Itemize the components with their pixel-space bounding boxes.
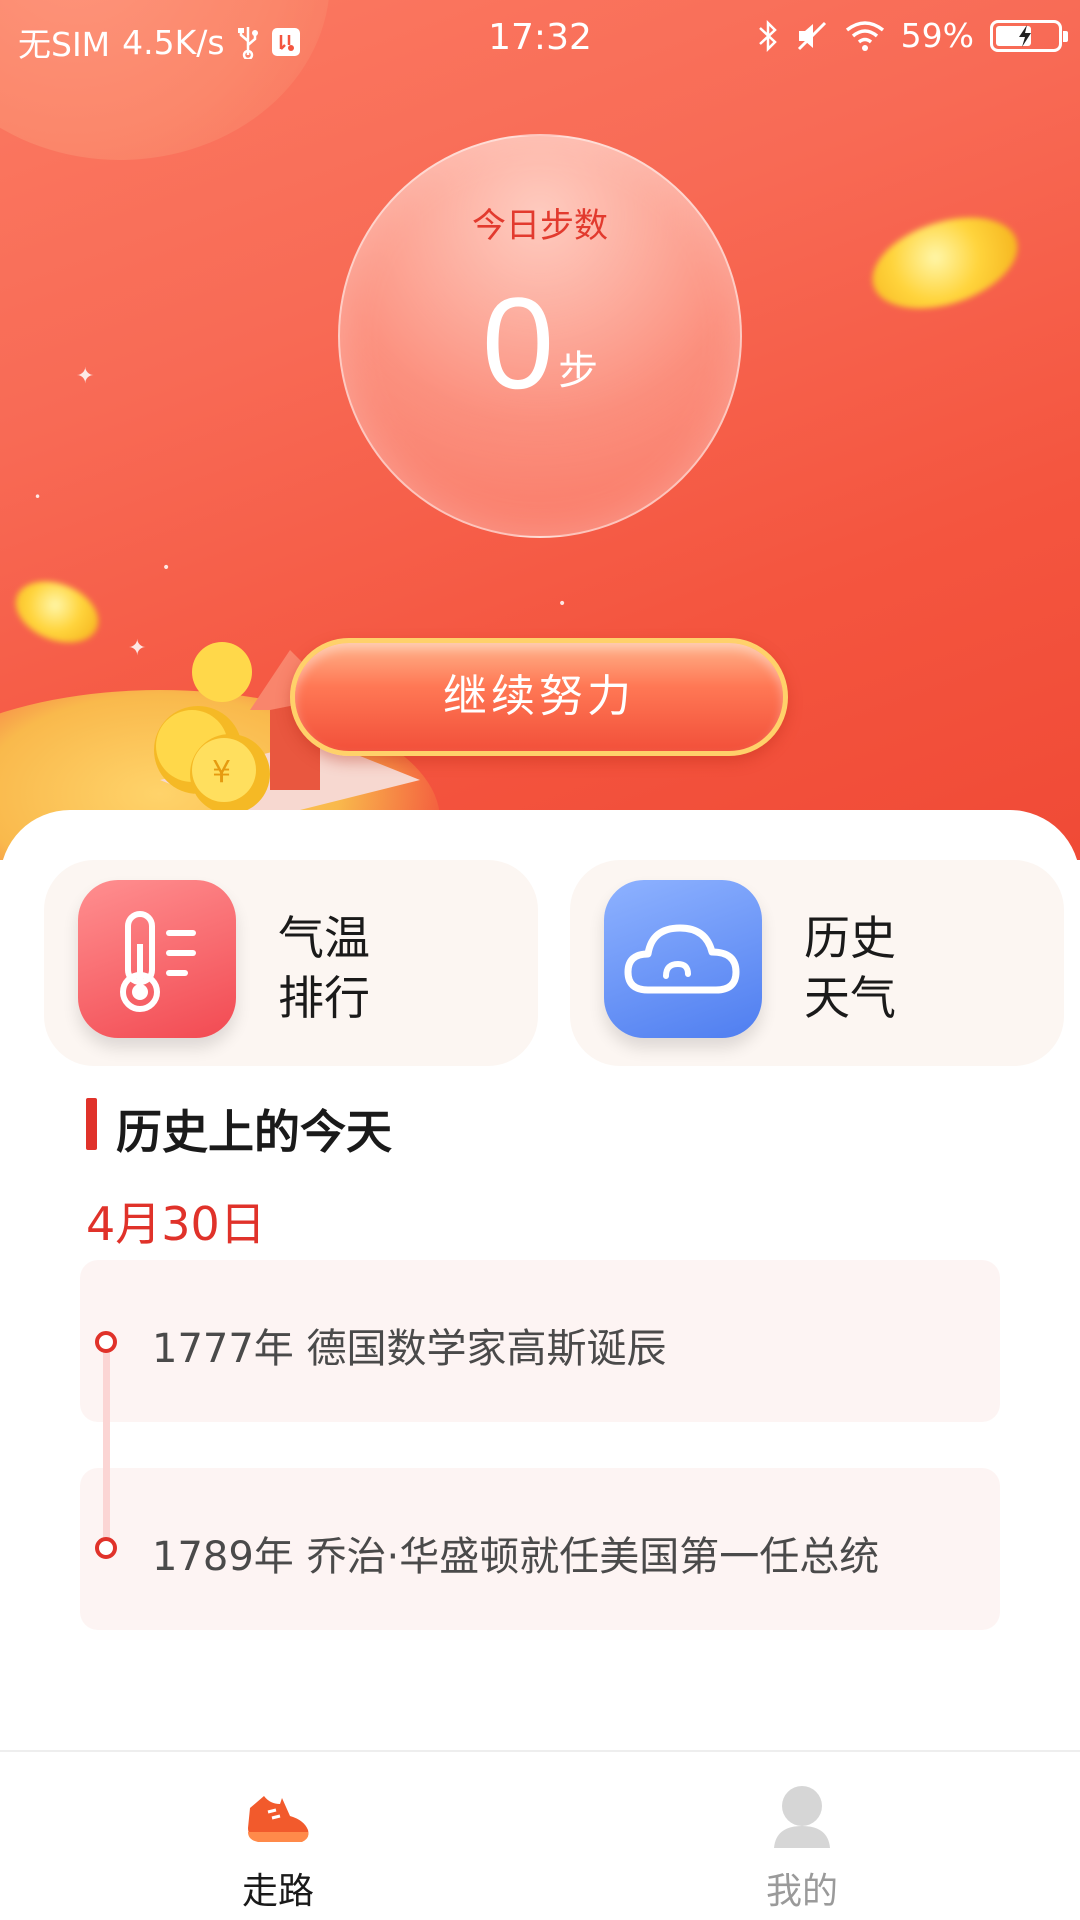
user-icon xyxy=(766,1782,838,1850)
sparkle-decor: • xyxy=(34,490,42,504)
battery-percent: 59% xyxy=(900,16,974,55)
status-right: 59% xyxy=(757,16,1068,55)
step-counter: 今日步数 0步 xyxy=(338,134,742,538)
history-event-text: 1789年 乔治·华盛顿就任美国第一任总统 xyxy=(152,1534,880,1580)
temperature-ranking-tile[interactable]: 气温 排行 xyxy=(44,860,538,1066)
wifi-icon xyxy=(845,20,885,52)
svg-text:¥: ¥ xyxy=(212,755,231,790)
timeline-dot xyxy=(95,1331,117,1353)
tile-title-line: 历史 xyxy=(804,911,896,965)
history-event-text: 1777年 德国数学家高斯诞辰 xyxy=(152,1326,667,1372)
nav-tab-mine[interactable]: 我的 xyxy=(702,1752,902,1920)
coin-decor xyxy=(6,569,108,655)
tile-title: 气温 排行 xyxy=(278,908,370,1028)
bottom-nav: 走路 我的 xyxy=(0,1750,1080,1920)
step-count: 0 xyxy=(481,270,555,416)
nav-label: 走路 xyxy=(241,1871,314,1912)
section-accent-bar xyxy=(86,1098,97,1150)
history-event[interactable]: 1789年 乔治·华盛顿就任美国第一任总统 xyxy=(80,1468,1000,1630)
coin-decor xyxy=(861,200,1029,326)
sneaker-icon xyxy=(242,1782,314,1850)
timeline-dot xyxy=(95,1537,117,1559)
tile-title: 历史 天气 xyxy=(804,908,896,1028)
tile-title-line: 排行 xyxy=(278,971,370,1025)
nav-tab-walk[interactable]: 走路 xyxy=(178,1752,378,1920)
step-unit: 步 xyxy=(558,348,599,394)
thermometer-icon xyxy=(78,880,236,1038)
tile-title-line: 气温 xyxy=(278,911,370,965)
history-event[interactable]: 1777年 德国数学家高斯诞辰 xyxy=(80,1260,1000,1422)
nav-label: 我的 xyxy=(765,1871,838,1912)
timeline-line xyxy=(103,1345,110,1547)
step-label: 今日步数 xyxy=(472,206,608,246)
tile-title-line: 天气 xyxy=(804,971,896,1025)
bluetooth-icon xyxy=(757,19,779,53)
section-title: 历史上的今天 xyxy=(116,1105,392,1159)
mute-icon xyxy=(795,19,829,53)
battery-icon xyxy=(990,19,1068,52)
sparkle-decor: • xyxy=(558,596,567,612)
status-bar: 无SIM 4.5K/s 17:32 59% xyxy=(0,0,1080,78)
hero-banner: 无SIM 4.5K/s 17:32 59% ✦ ✦ • • • 今日步数 0 步… xyxy=(0,0,1080,860)
sparkle-decor: • xyxy=(162,560,171,576)
sparkle-decor: ✦ xyxy=(76,364,95,389)
history-weather-tile[interactable]: 历史 天气 xyxy=(570,860,1064,1066)
cloud-icon xyxy=(604,880,762,1038)
app-screen: 无SIM 4.5K/s 17:32 59% ✦ ✦ • • • 今日步数 0 步… xyxy=(0,0,1080,1920)
history-date: 4月30日 xyxy=(86,1197,266,1251)
keep-going-button[interactable]: 继续努力 xyxy=(290,638,788,756)
step-value: 0步 xyxy=(340,268,740,418)
